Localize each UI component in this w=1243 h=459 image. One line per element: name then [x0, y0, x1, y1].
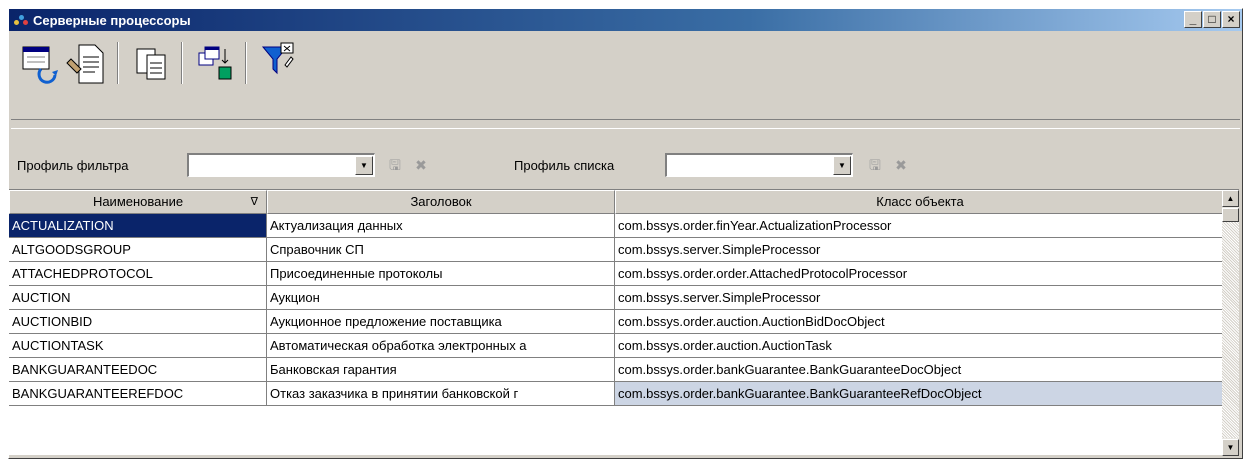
window-title: Серверные процессоры	[33, 12, 191, 28]
scroll-up-icon[interactable]: ▲	[1222, 190, 1239, 207]
column-header-name[interactable]: Наименование ∇	[9, 190, 267, 214]
toolbar-separator	[181, 42, 183, 84]
app-window: Серверные процессоры _ □ × Профиль фильт…	[8, 8, 1243, 459]
table-cell[interactable]: ACTUALIZATION	[9, 214, 267, 238]
column-header-label: Класс объекта	[876, 194, 964, 209]
table-cell[interactable]: ATTACHEDPROTOCOL	[9, 262, 267, 286]
save-icon[interactable]: 🖫	[867, 157, 883, 173]
list-profile-label: Профиль списка	[514, 158, 615, 173]
table-cell[interactable]: com.bssys.order.auction.AuctionTask	[615, 334, 1225, 358]
table-cell[interactable]: com.bssys.order.auction.AuctionBidDocObj…	[615, 310, 1225, 334]
column-header-label: Наименование	[92, 194, 184, 209]
filter-profile-select[interactable]: ▼	[187, 153, 375, 177]
close-button[interactable]: ×	[1222, 11, 1240, 28]
table-cell[interactable]: Присоединенные протоколы	[267, 262, 615, 286]
maximize-button[interactable]: □	[1203, 11, 1221, 28]
table-cell[interactable]: Актуализация данных	[267, 214, 615, 238]
table-cell[interactable]: com.bssys.order.bankGuarantee.BankGuaran…	[615, 382, 1225, 406]
refresh-list-icon[interactable]	[15, 39, 61, 87]
filter-bar: Профиль фильтра ▼ 🖫 ✖ Профиль списка ▼ 🖫…	[9, 151, 1242, 179]
vertical-scrollbar[interactable]: ▲ ▼	[1222, 190, 1239, 456]
table-row[interactable]: AUCTIONTASK Автоматическая обработка эле…	[9, 334, 1225, 358]
list-profile-select[interactable]: ▼	[665, 153, 853, 177]
toolbar-divider	[11, 119, 1240, 129]
table-cell[interactable]: AUCTIONBID	[9, 310, 267, 334]
sort-icon[interactable]: ∇	[251, 191, 258, 213]
filter-clear-icon[interactable]	[257, 39, 303, 87]
delete-icon[interactable]: ✖	[413, 157, 429, 173]
scroll-track[interactable]	[1222, 208, 1239, 438]
table-body: ACTUALIZATION Актуализация данных com.bs…	[9, 214, 1225, 406]
copy-icon[interactable]	[129, 39, 175, 87]
table-row[interactable]: ALTGOODSGROUP Справочник СП com.bssys.se…	[9, 238, 1225, 262]
processors-table: Наименование ∇ Заголовок Класс объекта A…	[9, 189, 1239, 456]
save-icon[interactable]: 🖫	[387, 157, 403, 173]
table-cell[interactable]: BANKGUARANTEEREFDOC	[9, 382, 267, 406]
table-cell[interactable]: Банковская гарантия	[267, 358, 615, 382]
filter-profile-label: Профиль фильтра	[17, 158, 129, 173]
title-bar[interactable]: Серверные процессоры _ □ ×	[9, 9, 1242, 31]
table-cell[interactable]: AUCTIONTASK	[9, 334, 267, 358]
minimize-button[interactable]: _	[1184, 11, 1202, 28]
table-cell[interactable]: com.bssys.server.SimpleProcessor	[615, 238, 1225, 262]
table-cell[interactable]: BANKGUARANTEEDOC	[9, 358, 267, 382]
table-row[interactable]: ATTACHEDPROTOCOL Присоединенные протокол…	[9, 262, 1225, 286]
column-header-label: Заголовок	[410, 194, 472, 209]
table-row[interactable]: AUCTION Аукцион com.bssys.server.SimpleP…	[9, 286, 1225, 310]
scroll-thumb[interactable]	[1222, 208, 1239, 222]
toolbar-separator	[245, 42, 247, 84]
app-icon	[12, 11, 30, 29]
scroll-down-icon[interactable]: ▼	[1222, 439, 1239, 456]
chevron-down-icon[interactable]: ▼	[833, 156, 851, 175]
table-cell[interactable]: Отказ заказчика в принятии банковской г	[267, 382, 615, 406]
table-cell[interactable]: com.bssys.order.order.AttachedProtocolPr…	[615, 262, 1225, 286]
toolbar	[11, 33, 1240, 93]
toolbar-separator	[117, 42, 119, 84]
table-cell[interactable]: com.bssys.server.SimpleProcessor	[615, 286, 1225, 310]
delete-icon[interactable]: ✖	[893, 157, 909, 173]
table-cell[interactable]: ALTGOODSGROUP	[9, 238, 267, 262]
table-row[interactable]: AUCTIONBID Аукционное предложение постав…	[9, 310, 1225, 334]
table-cell[interactable]: AUCTION	[9, 286, 267, 310]
table-row[interactable]: BANKGUARANTEEREFDOC Отказ заказчика в пр…	[9, 382, 1225, 406]
table-cell[interactable]: Аукционное предложение поставщика	[267, 310, 615, 334]
column-header-caption[interactable]: Заголовок	[267, 190, 615, 214]
table-header: Наименование ∇ Заголовок Класс объекта	[9, 190, 1225, 214]
table-cell[interactable]: Автоматическая обработка электронных а	[267, 334, 615, 358]
table-cell[interactable]: com.bssys.order.finYear.ActualizationPro…	[615, 214, 1225, 238]
table-cell[interactable]: com.bssys.order.bankGuarantee.BankGuaran…	[615, 358, 1225, 382]
chevron-down-icon[interactable]: ▼	[355, 156, 373, 175]
export-icon[interactable]	[193, 39, 239, 87]
table-cell[interactable]: Аукцион	[267, 286, 615, 310]
edit-document-icon[interactable]	[65, 39, 111, 87]
table-row[interactable]: BANKGUARANTEEDOC Банковская гарантия com…	[9, 358, 1225, 382]
table-row[interactable]: ACTUALIZATION Актуализация данных com.bs…	[9, 214, 1225, 238]
column-header-class[interactable]: Класс объекта	[615, 190, 1225, 214]
table-cell[interactable]: Справочник СП	[267, 238, 615, 262]
